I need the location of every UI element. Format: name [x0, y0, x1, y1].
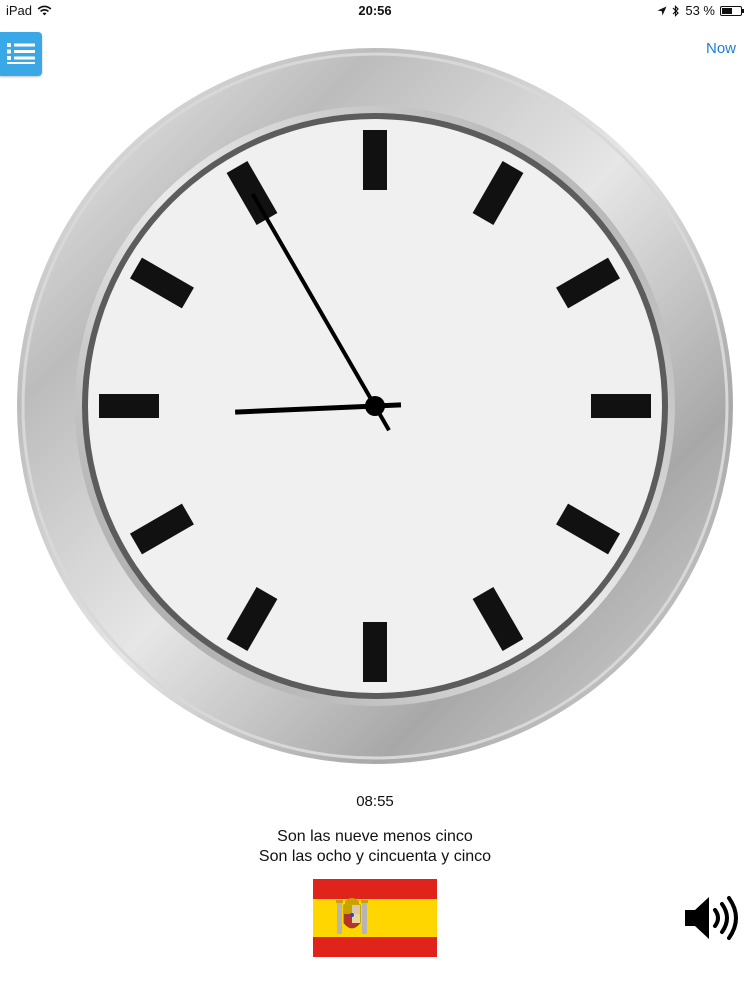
status-bar: iPad 20:56 53 %	[0, 0, 750, 22]
time-phrase-literal: Son las ocho y cincuenta y cinco	[258, 848, 492, 865]
battery-icon	[720, 5, 744, 16]
hour-tick	[99, 394, 159, 418]
time-phrase-formal: Son las nueve menos cinco	[277, 828, 473, 845]
digital-time: 08:55	[356, 793, 394, 810]
location-icon	[657, 6, 667, 15]
status-right: 53 %	[657, 3, 744, 18]
clock-center-pin	[365, 396, 385, 416]
battery-percent: 53 %	[685, 3, 715, 18]
hour-tick	[591, 394, 651, 418]
battery-level	[722, 7, 732, 14]
spain-flag-icon[interactable]	[313, 879, 437, 957]
hour-tick	[363, 622, 387, 682]
analog-clock	[17, 48, 733, 764]
status-time: 20:56	[358, 3, 392, 18]
bluetooth-icon	[672, 4, 680, 17]
speaker-icon[interactable]	[683, 893, 745, 943]
hour-tick	[363, 130, 387, 190]
